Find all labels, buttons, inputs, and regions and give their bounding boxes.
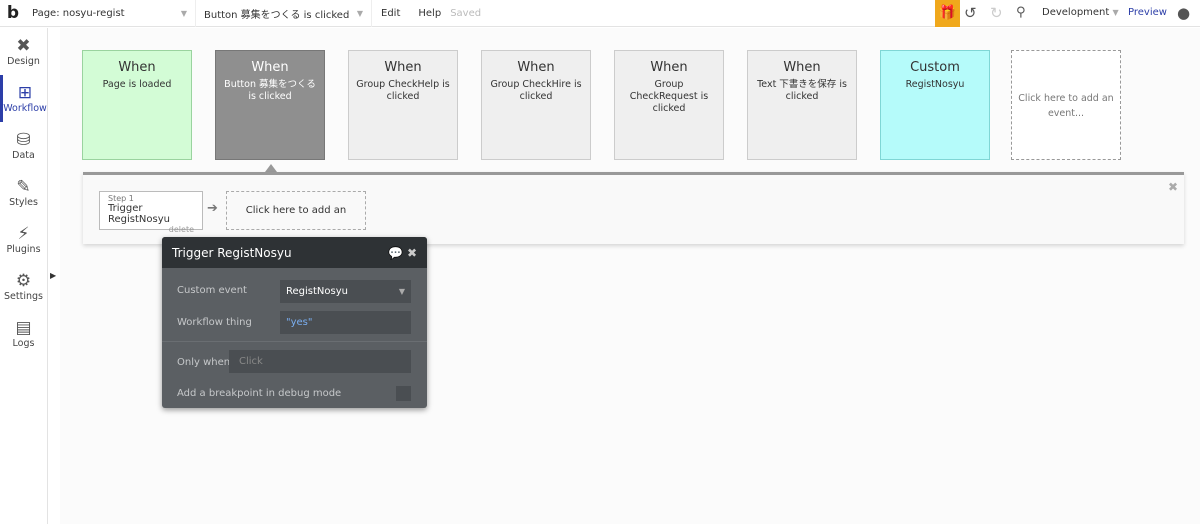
event-description: Button 募集をつくる is clicked (224, 79, 316, 102)
event-description: Page is loaded (102, 79, 172, 90)
actions-panel: Step 1 Trigger RegistNosyu delete ➔ Clic… (83, 172, 1184, 253)
event-type: When (118, 60, 156, 75)
event-type: When (783, 60, 821, 75)
event-description: Group CheckHelp is clicked (356, 79, 450, 102)
custom-event-dropdown[interactable]: RegistNosyu ▼ (280, 280, 411, 303)
custom-event-value: RegistNosyu (286, 286, 348, 297)
page-name: Page: nosyu-regist (32, 7, 125, 19)
event-card[interactable]: When Group CheckHelp is clicked (348, 50, 458, 160)
logs-icon: ▤ (15, 318, 32, 338)
sidebar-item-label: Design (7, 56, 40, 67)
expand-sidebar-icon[interactable]: ▶ (50, 271, 56, 280)
top-bar: b Page: nosyu-regist ▼ Button 募集をつくる is c… (0, 0, 1200, 27)
step-name: Trigger RegistNosyu (108, 203, 170, 225)
workflow-thing-label: Workflow thing (177, 317, 252, 328)
workflow-icon: ⊞ (17, 83, 33, 103)
divider (162, 341, 427, 342)
close-icon[interactable]: ✖ (1168, 180, 1178, 194)
chevron-down-icon: ▼ (180, 8, 187, 18)
workflow-thing-field[interactable]: "yes" (280, 311, 411, 334)
settings-icon: ⚙ (15, 271, 32, 291)
redo-icon[interactable]: ↻ (990, 4, 1003, 22)
sidebar-item-logs[interactable]: ▤ Logs (0, 310, 47, 357)
add-event-button[interactable]: Click here to add an event... (1011, 50, 1121, 160)
step-1-action[interactable]: Step 1 Trigger RegistNosyu delete (99, 191, 203, 234)
bubble-logo[interactable]: b (2, 3, 24, 23)
sidebar-item-label: Data (12, 150, 35, 161)
event-type: When (251, 60, 289, 75)
environment-selector[interactable]: Development ▼ (1042, 7, 1119, 18)
preview-link[interactable]: Preview (1128, 7, 1167, 18)
action-properties-popup: Trigger RegistNosyu 💬 ✖ Custom event Regi… (162, 237, 427, 408)
sidebar-item-label: Logs (12, 338, 35, 349)
event-card[interactable]: Custom RegistNosyu (880, 50, 990, 160)
event-name: Button 募集をつくる is clicked (204, 9, 350, 21)
chevron-down-icon: ▼ (398, 287, 405, 296)
event-description: Group CheckHire is clicked (490, 79, 582, 102)
sidebar-item-workflow[interactable]: ⊞ Workflow (0, 75, 47, 122)
custom-event-label: Custom event (177, 285, 247, 296)
event-description: Text 下書きを保存 is clicked (757, 79, 847, 102)
help-menu[interactable]: Help (409, 8, 450, 19)
delete-step-link[interactable]: delete (108, 225, 194, 234)
event-description: RegistNosyu (905, 79, 965, 90)
environment-label: Development (1042, 7, 1110, 18)
design-icon: ✖ (16, 36, 31, 56)
event-card[interactable]: When Text 下書きを保存 is clicked (747, 50, 857, 160)
selected-event-pointer (265, 164, 277, 172)
gift-icon[interactable]: 🎁 (935, 0, 960, 27)
chevron-down-icon: ▼ (1112, 8, 1119, 17)
only-when-field[interactable]: Click (229, 350, 411, 373)
comment-icon[interactable]: 💬 (388, 246, 403, 260)
edit-menu[interactable]: Edit (372, 8, 409, 19)
sidebar-item-label: Plugins (6, 244, 41, 255)
only-when-placeholder: Click (239, 356, 263, 367)
event-type: When (650, 60, 688, 75)
event-card[interactable]: When Group CheckHire is clicked (481, 50, 591, 160)
breakpoint-checkbox[interactable] (396, 386, 411, 401)
sidebar-item-data[interactable]: ⛁ Data (0, 122, 47, 169)
sidebar-item-settings[interactable]: ⚙ Settings (0, 263, 47, 310)
event-card[interactable]: When Page is loaded (82, 50, 192, 160)
event-type: When (517, 60, 555, 75)
styles-icon: ✎ (16, 177, 31, 197)
add-action-button[interactable]: Click here to add an action... (226, 191, 366, 253)
popup-title: Trigger RegistNosyu (172, 245, 292, 260)
page-selector[interactable]: Page: nosyu-regist ▼ (24, 0, 196, 27)
close-icon[interactable]: ✖ (407, 246, 417, 260)
event-description: Group CheckRequest is clicked (629, 79, 709, 114)
chevron-down-icon: ▼ (356, 8, 363, 18)
event-type: Custom (910, 60, 960, 75)
sidebar-item-styles[interactable]: ✎ Styles (0, 169, 47, 216)
event-selector[interactable]: Button 募集をつくる is clicked ▼ (196, 0, 372, 27)
arrow-right-icon: ➔ (207, 201, 218, 216)
step-label: Step 1 (108, 194, 134, 203)
event-type: When (384, 60, 422, 75)
popup-header: Trigger RegistNosyu 💬 ✖ (162, 237, 427, 268)
event-card[interactable]: When Group CheckRequest is clicked (614, 50, 724, 160)
sidebar-item-design[interactable]: ✖ Design (0, 28, 47, 75)
undo-icon[interactable]: ↺ (964, 4, 977, 22)
only-when-label: Only when (177, 357, 231, 368)
data-icon: ⛁ (16, 130, 31, 150)
sidebar: ✖ Design ⊞ Workflow ⛁ Data ✎ Styles ⚡ Plugins ⚙ Set… (0, 28, 48, 524)
account-icon[interactable]: ● (1177, 4, 1190, 22)
event-card[interactable]: When Button 募集をつくる is clicked (215, 50, 325, 160)
sidebar-item-label: Styles (9, 197, 38, 208)
sidebar-item-label: Workflow (3, 103, 47, 114)
search-icon[interactable]: ⚲ (1016, 5, 1026, 20)
saved-status: Saved (450, 7, 482, 19)
breakpoint-label: Add a breakpoint in debug mode (177, 388, 342, 399)
sidebar-item-plugins[interactable]: ⚡ Plugins (0, 216, 47, 263)
sidebar-item-label: Settings (4, 291, 43, 302)
plugins-icon: ⚡ (17, 224, 30, 244)
